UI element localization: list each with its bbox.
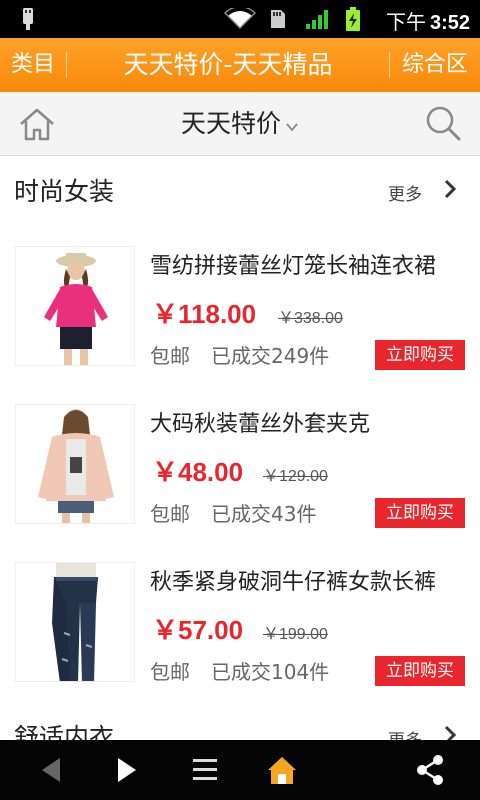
sold-count: 已成交249件	[211, 344, 330, 368]
product-image[interactable]	[15, 562, 135, 682]
battery-charging-icon	[346, 7, 360, 31]
home-nav-icon[interactable]	[266, 752, 298, 788]
free-shipping-label: 包邮	[150, 502, 190, 526]
free-shipping-label: 包邮	[150, 660, 190, 684]
bottom-nav-bar	[0, 740, 480, 800]
section-title: 时尚女装	[14, 177, 115, 206]
buy-now-button[interactable]: 立即购买	[375, 656, 465, 686]
product-image[interactable]	[15, 404, 135, 524]
status-clock: 3:52	[429, 12, 470, 34]
status-bar: 下午 3:52	[0, 0, 480, 38]
usb-icon	[23, 8, 33, 30]
chevron-right-icon[interactable]	[442, 178, 458, 200]
page-title: 天天特价-天天精品	[123, 50, 333, 79]
channel-selector[interactable]: 天天特价	[0, 92, 480, 156]
general-zone-button[interactable]: 综合区	[390, 38, 480, 92]
more-link[interactable]: 更多	[388, 180, 422, 205]
sold-count: 已成交104件	[211, 660, 330, 684]
category-button[interactable]: 类目	[0, 38, 66, 92]
status-time: 下午 3:52	[386, 6, 470, 35]
product-name[interactable]: 雪纺拼接蕾丝灯笼长袖连衣裙	[150, 248, 436, 280]
buy-now-button[interactable]: 立即购买	[375, 340, 465, 370]
title-bar: 类目 天天特价-天天精品 综合区	[0, 38, 480, 92]
product-name[interactable]: 大码秋装蕾丝外套夹克	[150, 406, 370, 438]
channel-selector-label: 天天特价	[180, 109, 281, 138]
product-price: ￥57.00	[152, 615, 244, 645]
product-image[interactable]	[15, 246, 135, 366]
back-icon[interactable]	[38, 752, 64, 788]
sd-card-icon	[271, 10, 285, 28]
product-price: ￥48.00	[152, 457, 244, 487]
chevron-down-icon	[286, 123, 298, 132]
share-icon[interactable]	[414, 752, 446, 788]
product-name[interactable]: 秋季紧身破洞牛仔裤女款长裤	[150, 564, 436, 596]
free-shipping-label: 包邮	[150, 344, 190, 368]
section-header: 时尚女装 更多	[0, 156, 480, 222]
buy-now-button[interactable]: 立即购买	[375, 498, 465, 528]
product-price: ￥118.00	[152, 299, 257, 329]
product-original-price: ￥338.00	[278, 310, 343, 327]
product-item[interactable]: 秋季紧身破洞牛仔裤女款长裤 ￥57.00 ￥199.00 包邮 已成交104件 …	[0, 562, 480, 686]
product-original-price: ￥199.00	[263, 626, 328, 643]
menu-icon[interactable]	[190, 752, 220, 788]
sold-count: 已成交43件	[211, 502, 317, 526]
status-ampm: 下午	[385, 12, 426, 34]
product-item[interactable]: 大码秋装蕾丝外套夹克 ￥48.00 ￥129.00 包邮 已成交43件 立即购买	[0, 404, 480, 528]
product-original-price: ￥129.00	[263, 468, 328, 485]
search-icon[interactable]	[424, 104, 462, 142]
wifi-icon	[224, 8, 256, 30]
forward-icon[interactable]	[114, 752, 140, 788]
product-item[interactable]: 雪纺拼接蕾丝灯笼长袖连衣裙 ￥118.00 ￥338.00 包邮 已成交249件…	[0, 246, 480, 370]
sub-header: 天天特价	[0, 92, 480, 156]
signal-icon	[306, 10, 328, 29]
